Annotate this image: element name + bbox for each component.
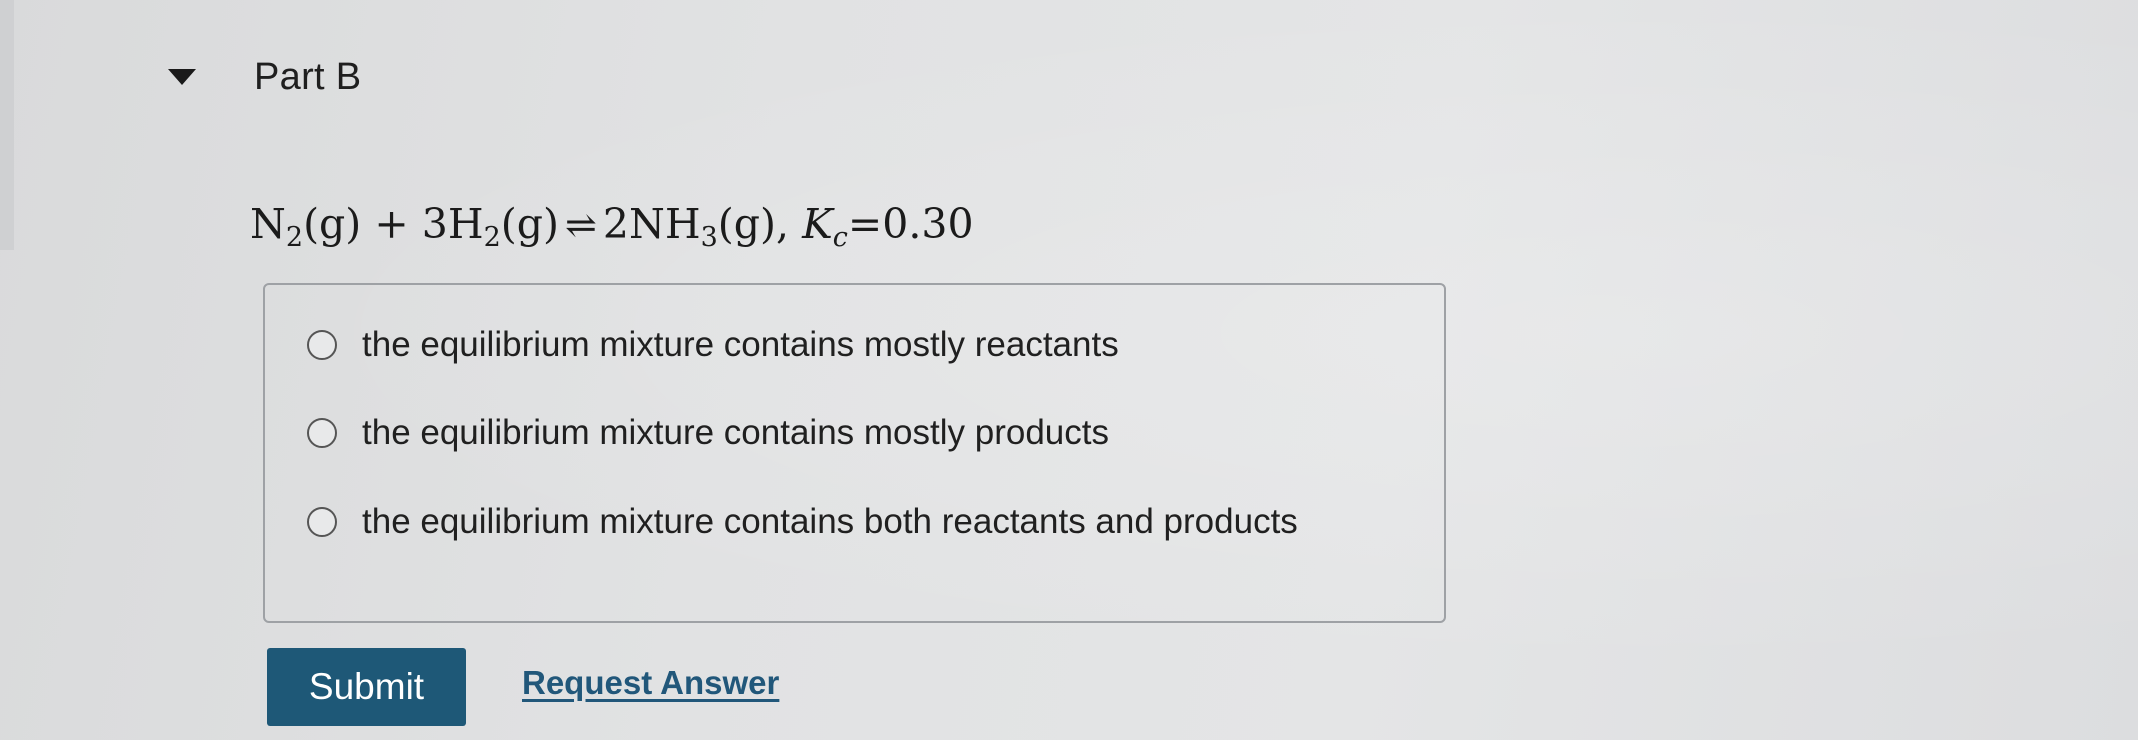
reactant-h2-subscript: 2 xyxy=(483,222,501,253)
option-both[interactable]: the equilibrium mixture contains both re… xyxy=(307,502,1298,542)
caret-down-icon[interactable] xyxy=(168,69,196,85)
chemical-equation: N2(g) + 3H2(g) ⇌ 2NH3(g), Kc=0.30 xyxy=(250,200,974,251)
kc-symbol: K xyxy=(802,200,833,248)
radio-button[interactable] xyxy=(307,418,337,448)
kc-subscript: c xyxy=(832,222,848,253)
option-mostly-products[interactable]: the equilibrium mixture contains mostly … xyxy=(307,413,1109,453)
left-edge-strip xyxy=(0,0,14,250)
option-label[interactable]: the equilibrium mixture contains mostly … xyxy=(362,325,1119,365)
kc-value: =0.30 xyxy=(847,200,974,248)
submit-button[interactable]: Submit xyxy=(267,648,466,726)
reactant-h2-state: (g) xyxy=(500,200,560,248)
product-nh3-subscript: 3 xyxy=(700,222,718,253)
plus-sign: + xyxy=(374,200,409,248)
part-title: Part B xyxy=(254,55,362,98)
option-label[interactable]: the equilibrium mixture contains both re… xyxy=(362,502,1298,542)
part-header[interactable]: Part B xyxy=(168,52,361,102)
equilibrium-arrow: ⇌ xyxy=(565,203,597,247)
option-label[interactable]: the equilibrium mixture contains mostly … xyxy=(362,413,1109,453)
radio-button[interactable] xyxy=(307,507,337,537)
option-mostly-reactants[interactable]: the equilibrium mixture contains mostly … xyxy=(307,325,1119,365)
product-nh3-state: (g) xyxy=(717,200,777,248)
radio-button[interactable] xyxy=(307,330,337,360)
request-answer-link[interactable]: Request Answer xyxy=(522,664,779,702)
reactant-n2: N xyxy=(250,200,286,248)
product-nh3: 2NH xyxy=(602,200,701,248)
reactant-h2: 3H xyxy=(421,200,484,248)
equation-comma: , xyxy=(776,200,790,248)
reactant-n2-subscript: 2 xyxy=(285,222,304,253)
answer-options-box: the equilibrium mixture contains mostly … xyxy=(263,283,1446,623)
reactant-n2-state: (g) xyxy=(303,200,362,248)
